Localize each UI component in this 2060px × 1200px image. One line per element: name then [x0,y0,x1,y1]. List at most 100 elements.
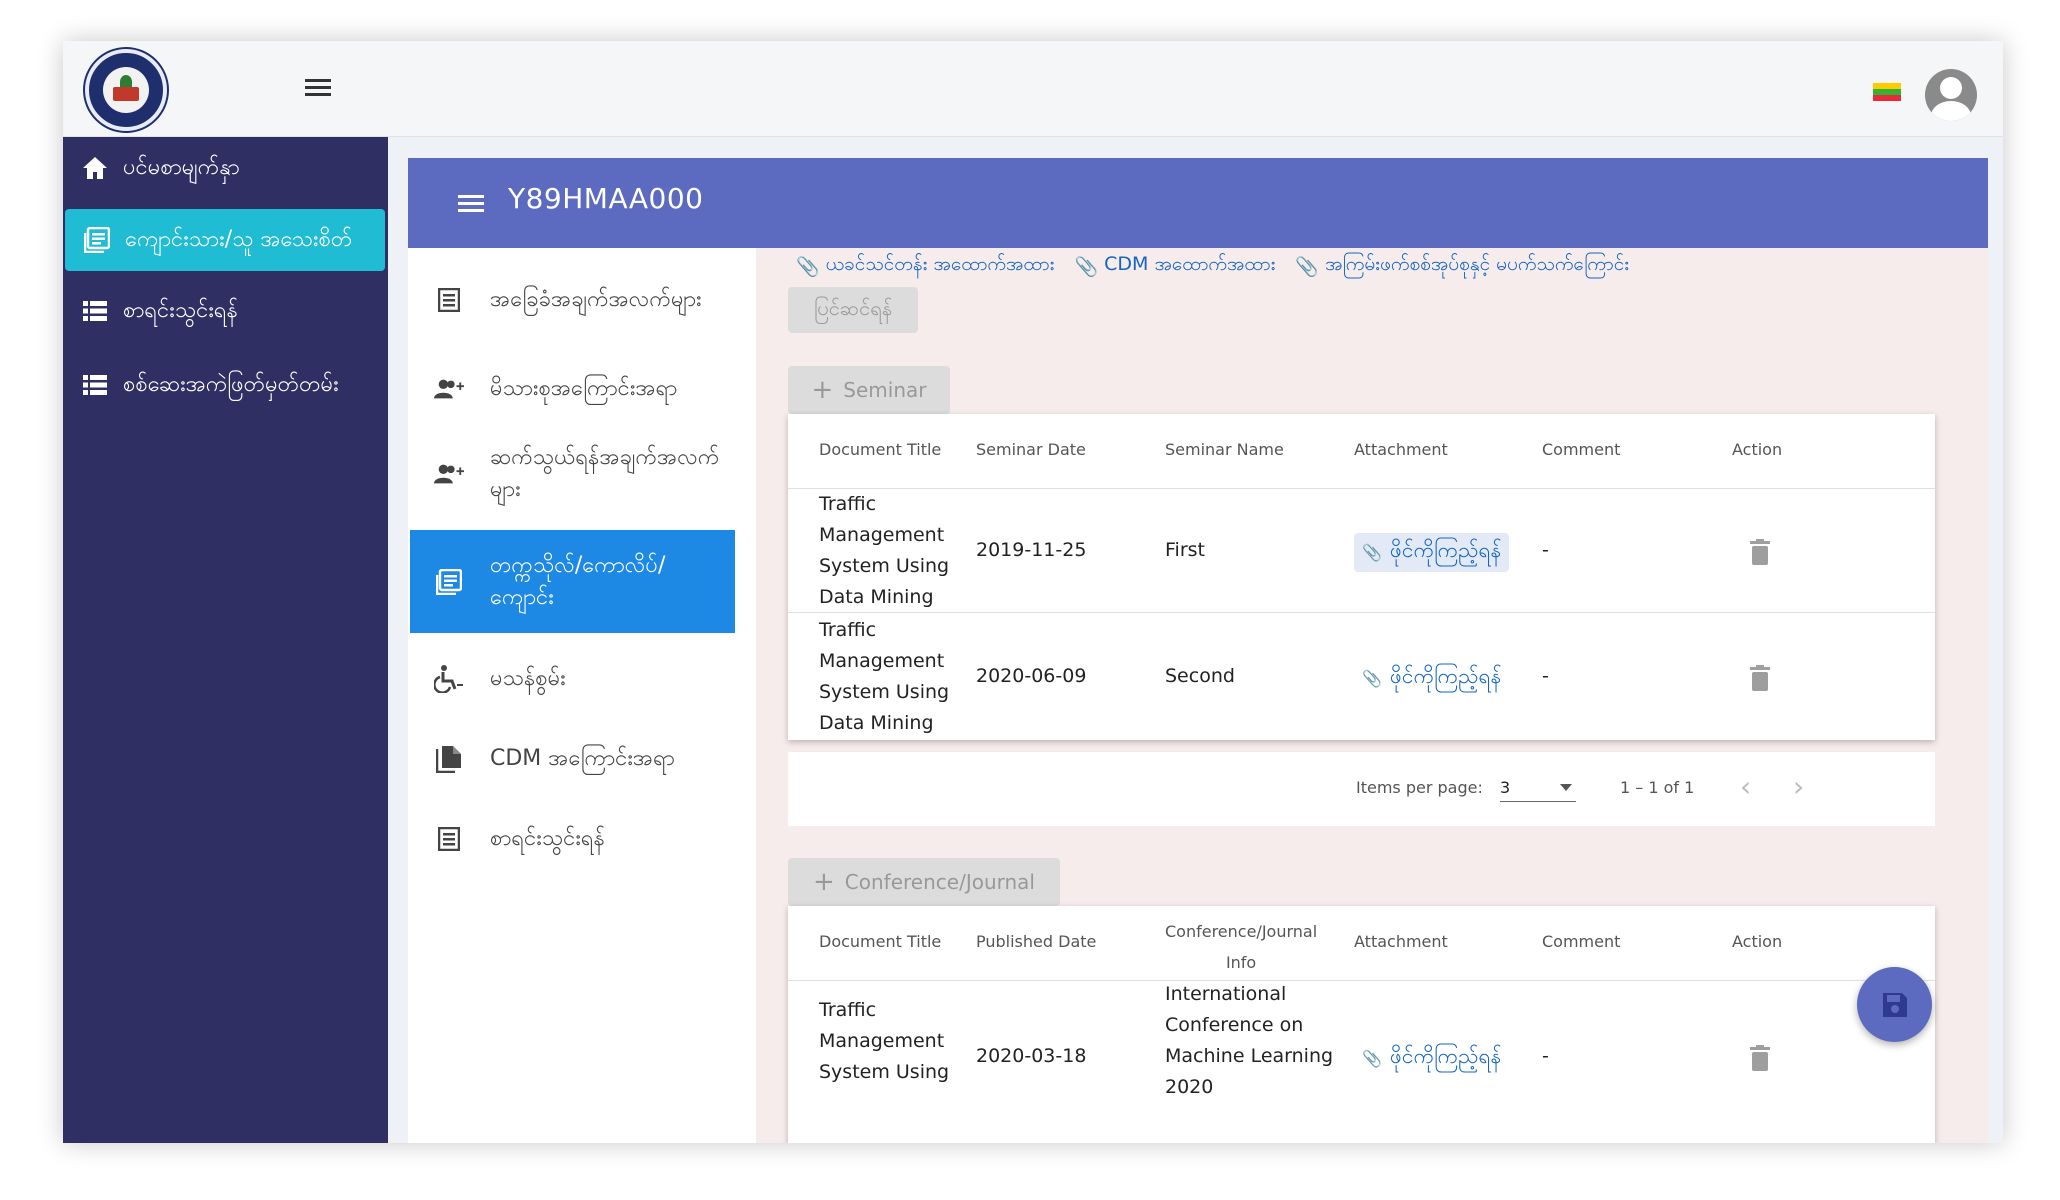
page-size-select[interactable]: 3 [1500,774,1576,802]
nav-item-basic-info[interactable]: အခြေခံအချက်အလက်များ [410,254,735,346]
view-file-button[interactable]: 📎 ဖိုင်ကိုကြည့်ရန် [1354,533,1510,572]
nav-item-label: ဆက်သွယ်ရန်အချက်အလက်များ [490,445,720,502]
column-header: Document Title [819,932,942,951]
document-title: Traffic Management System Using [819,999,950,1083]
nav-item-cdm[interactable]: CDM အကြောင်းအရာ [410,728,735,790]
nav-item-family[interactable]: မိသားစုအကြောင်းအရာ [410,358,735,420]
document-links: 📎 ယခင်သင်တန်း အထောက်အထား 📎 CDM အထောက်အထား … [796,252,1629,280]
sidebar-item-label: ပင်မစာမျက်နှာ [123,154,240,180]
sidebar-item-label: စာရင်းသွင်းရန် [123,297,238,323]
table-row: Traffic Management System Using Data Mining… [788,612,1935,740]
menu-icon[interactable] [458,193,484,213]
delete-icon[interactable] [1750,539,1770,565]
paperclip-icon: 📎 [1074,255,1099,278]
file-copy-icon [434,744,464,774]
section-nav: အခြေခံအချက်အလက်များ မိသားစုအကြောင်းအရာ ဆ… [410,248,735,1143]
paperclip-icon: 📎 [1362,669,1382,688]
sidebar: ပင်မစာမျက်နှာ ကျောင်းသား/သူ အသေးစိတ် စာရ… [63,137,388,1143]
paperclip-icon: 📎 [1362,1049,1382,1068]
app-window: ပင်မစာမျက်နှာ ကျောင်းသား/သူ အသေးစိတ် စာရ… [63,41,2003,1143]
sidebar-item-register[interactable]: စာရင်းသွင်းရန် [63,280,388,342]
table-row: Traffic Management System Using 2020-03-18… [788,980,1935,1143]
nav-item-disability[interactable]: မသန်စွမ်း [410,648,735,710]
column-header: Attachment [1354,440,1448,459]
page-title: Y89HMAA000 [508,182,704,215]
nav-item-label: မသန်စွမ်း [490,665,566,691]
add-conference-button[interactable]: + Conference/Journal [788,858,1060,906]
document-icon [434,285,464,315]
menu-toggle-icon[interactable] [305,77,331,97]
university-logo[interactable] [85,49,167,131]
nav-item-label: အခြေခံအချက်အလက်များ [490,287,702,312]
column-header: Attachment [1354,932,1448,951]
column-header: Published Date [976,932,1097,951]
card-header: Y89HMAA000 [408,158,1988,248]
paginator: Items per page: 3 1 – 1 of 1 ‹ › [788,752,1935,826]
sidebar-item-label: စစ်ဆေးအကဲဖြတ်မှတ်တမ်း [123,371,339,397]
column-header: Comment [1542,440,1621,459]
seminar-name: First [1165,539,1205,561]
list-icon [81,297,109,325]
sidebar-item-student-detail[interactable]: ကျောင်းသား/သူ အသေးစိတ် [65,209,385,271]
nav-item-contact[interactable]: ဆက်သွယ်ရန်အချက်အလက်များ [410,428,735,520]
column-header: Document Title [819,440,942,459]
comment: - [1542,539,1549,561]
sidebar-item-home[interactable]: ပင်မစာမျက်နှာ [63,137,388,199]
group-add-icon [434,374,464,404]
column-header: Action [1732,440,1783,459]
main-card: Y89HMAA000 အခြေခံအချက်အလက်များ မိသားစုအက… [408,158,1988,1143]
document-title: Traffic Management System Using Data Mining [819,493,950,608]
conference-table: Document Title Published Date Conference… [788,906,1935,1143]
save-icon [1882,992,1907,1017]
myanmar-flag-icon[interactable] [1873,83,1901,101]
nav-item-label: တက္ကသိုလ်/ကောလိပ်/ကျောင်း [490,552,666,610]
document-icon [434,824,464,854]
previous-page-icon[interactable]: ‹ [1740,770,1751,803]
add-seminar-button[interactable]: + Seminar [788,366,950,414]
column-header: Seminar Date [976,440,1086,459]
sidebar-item-label: ကျောင်းသား/သူ အသေးစိတ် [125,226,353,252]
content-panel: 📎 ယခင်သင်တန်း အထောက်အထား 📎 CDM အထောက်အထား … [756,248,1988,1143]
column-header: Seminar Name [1165,440,1284,459]
column-header: Comment [1542,932,1621,951]
link-not-related[interactable]: 📎 အကြမ်းဖက်စစ်အုပ်စုနှင့် မပက်သက်ကြောင်း [1295,252,1629,280]
paperclip-icon: 📎 [796,255,820,278]
edit-button[interactable]: ပြင်ဆင်ရန် [788,287,918,333]
link-previous-training[interactable]: 📎 ယခင်သင်တန်း အထောက်အထား [796,252,1054,280]
save-button[interactable] [1857,967,1932,1042]
nav-item-label: စာရင်းသွင်းရန် [490,825,605,851]
delete-icon[interactable] [1750,1045,1770,1071]
paperclip-icon: 📎 [1362,543,1382,562]
document-title: Traffic Management System Using Data Mining [819,619,950,734]
top-bar [63,41,2003,137]
published-date: 2020-03-18 [976,1045,1087,1067]
range-label: 1 – 1 of 1 [1620,778,1695,797]
next-page-icon[interactable]: › [1793,770,1804,803]
column-header: Conference/Journal Info [1165,922,1318,972]
table-row: Traffic Management System Using Data Mining… [788,488,1935,612]
link-cdm-evidence[interactable]: 📎 CDM အထောက်အထား [1074,252,1275,280]
comment: - [1542,665,1549,687]
nav-item-university[interactable]: တက္ကသိုလ်/ကောလိပ်/ကျောင်း [410,530,735,633]
view-file-button[interactable]: 📎 ဖိုင်ကိုကြည့်ရန် [1354,659,1509,698]
nav-item-label: မိသားစုအကြောင်းအရာ [490,375,678,401]
seminar-date: 2019-11-25 [976,539,1087,561]
delete-icon[interactable] [1750,665,1770,691]
seminar-name: Second [1165,665,1235,687]
items-per-page-label: Items per page: [1356,778,1483,797]
group-add-icon [434,459,464,489]
column-header: Action [1732,932,1783,951]
plus-icon: + [813,867,835,897]
article-icon [434,567,464,597]
list-icon [81,371,109,399]
dropdown-arrow-icon [1560,784,1572,791]
home-icon [81,154,109,182]
seminar-date: 2020-06-09 [976,665,1087,687]
view-file-button[interactable]: 📎 ဖိုင်ကိုကြည့်ရန် [1354,1039,1509,1078]
nav-item-label: CDM အကြောင်းအရာ [490,745,675,771]
comment: - [1542,1045,1549,1067]
sidebar-item-assessment[interactable]: စစ်ဆေးအကဲဖြတ်မှတ်တမ်း [63,354,388,416]
accessible-icon [434,664,464,694]
nav-item-register[interactable]: စာရင်းသွင်းရန် [410,808,735,870]
avatar[interactable] [1925,69,1977,121]
